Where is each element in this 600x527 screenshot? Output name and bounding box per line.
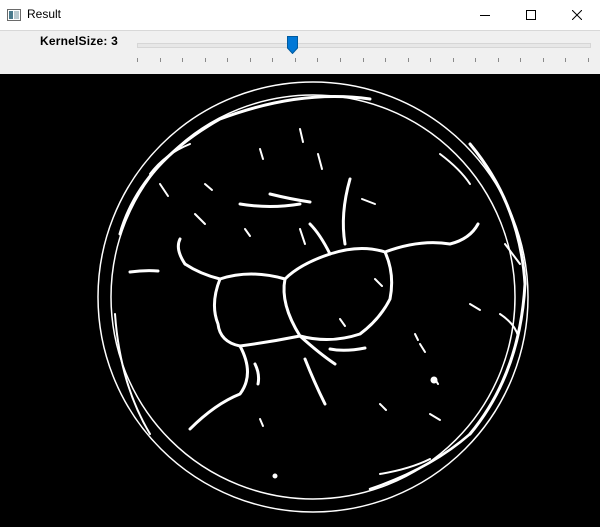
minimize-button[interactable]: [462, 0, 508, 30]
speck-right: [430, 376, 438, 384]
slider-thumb-icon: [287, 36, 299, 55]
title-bar[interactable]: Result: [0, 0, 600, 30]
trackbar-panel: KernelSize: 3: [0, 30, 600, 74]
minimize-icon: [480, 15, 490, 16]
trackbar-label: KernelSize: 3: [40, 34, 118, 48]
edge-image: [0, 74, 600, 527]
maximize-button[interactable]: [508, 0, 554, 30]
maximize-icon: [526, 10, 536, 20]
trackbar-thumb[interactable]: [287, 36, 299, 55]
trackbar-ticks: [137, 58, 589, 62]
speck-bottom: [272, 473, 278, 479]
result-image: [0, 74, 600, 527]
trackbar-track[interactable]: [137, 43, 591, 48]
close-icon: [572, 10, 582, 20]
close-button[interactable]: [554, 0, 600, 30]
result-window: Result KernelSize: 3: [0, 0, 600, 527]
window-app-icon: [7, 8, 21, 21]
window-title: Result: [27, 7, 62, 21]
